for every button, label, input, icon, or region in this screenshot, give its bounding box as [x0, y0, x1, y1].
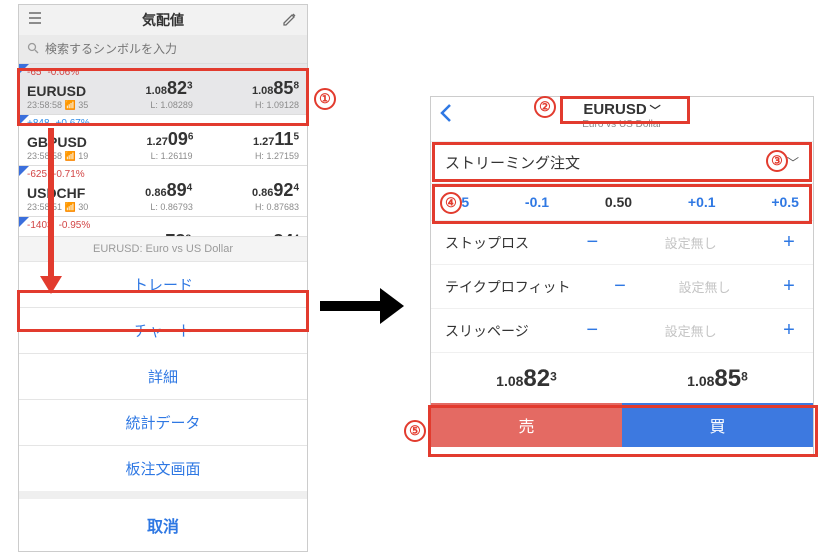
- sheet-trade[interactable]: トレード: [19, 261, 307, 307]
- callout-number: ③: [766, 150, 788, 172]
- order-subtitle: Euro vs US Dollar: [582, 119, 661, 130]
- search-icon: [27, 42, 39, 57]
- plus-button[interactable]: +: [779, 275, 799, 298]
- arrow-down-icon: [43, 128, 61, 298]
- order-header: EURUSD﹀ Euro vs US Dollar: [431, 97, 813, 141]
- callout-number: ②: [534, 96, 556, 118]
- symbol-label: EURUSD: [27, 83, 86, 99]
- stoploss-value[interactable]: 設定無し: [656, 233, 726, 252]
- bid-price: 1.27096: [146, 129, 193, 150]
- takeprofit-label: テイクプロフィット: [445, 277, 570, 297]
- minus-button[interactable]: −: [582, 231, 602, 254]
- minus-button[interactable]: −: [610, 275, 630, 298]
- quote-high: H: 1.27159: [255, 151, 299, 162]
- list-icon[interactable]: [27, 11, 45, 29]
- vol-qty[interactable]: 0.50: [605, 194, 632, 210]
- takeprofit-value[interactable]: 設定無し: [669, 277, 739, 296]
- stoploss-label: ストップロス: [445, 233, 529, 253]
- vol-minus-1[interactable]: -0.1: [525, 194, 549, 210]
- symbol-search-input[interactable]: [45, 42, 299, 56]
- buy-button[interactable]: 買: [622, 403, 813, 447]
- arrow-right-icon: [320, 286, 410, 326]
- change-abs: -65: [27, 67, 41, 78]
- quote-high: H: 1.09128: [255, 100, 299, 111]
- slippage-label: スリッページ: [445, 321, 529, 341]
- sheet-cancel[interactable]: 取消: [19, 491, 307, 551]
- vol-plus-5[interactable]: +0.5: [771, 194, 799, 210]
- slippage-row: スリッページ − 設定無し +: [431, 309, 813, 353]
- quotes-title: 気配値: [142, 10, 184, 30]
- bid-price: 0.86894: [145, 180, 192, 201]
- back-button[interactable]: [439, 103, 453, 129]
- order-symbol[interactable]: EURUSD﹀: [582, 101, 661, 118]
- quote-list: -65 -0.06% EURUSD 1.08823 1.08858 23:58:…: [19, 63, 307, 255]
- stoploss-row: ストップロス − 設定無し +: [431, 221, 813, 265]
- ask-price: 1.27115: [253, 129, 299, 150]
- order-type-select[interactable]: ストリーミング注文 ﹀: [431, 141, 813, 183]
- order-panel: EURUSD﹀ Euro vs US Dollar ストリーミング注文 ﹀ -0…: [430, 96, 814, 456]
- sheet-details[interactable]: 詳細: [19, 353, 307, 399]
- volume-stepper: -0.5 -0.1 0.50 +0.1 +0.5: [431, 183, 813, 221]
- sheet-chart[interactable]: チャート: [19, 307, 307, 353]
- symbol-search[interactable]: [19, 35, 307, 63]
- action-sheet: EURUSD: Euro vs US Dollar トレード チャート 詳細 統…: [19, 236, 307, 551]
- plus-button[interactable]: +: [779, 231, 799, 254]
- triangle-icon: [19, 166, 29, 176]
- takeprofit-row: テイクプロフィット − 設定無し +: [431, 265, 813, 309]
- quote-time: 23:58:58 📶 35: [27, 100, 88, 111]
- triangle-icon: [19, 64, 29, 74]
- order-buttons: 売 買: [431, 403, 813, 447]
- bid-price: 1.08823: [496, 365, 557, 393]
- triangle-icon: [19, 217, 29, 227]
- quote-low: L: 0.86793: [150, 202, 193, 213]
- quote-high: H: 0.87683: [255, 202, 299, 213]
- bid-price: 1.08823: [146, 78, 193, 99]
- order-prices: 1.08823 1.08858: [431, 353, 813, 403]
- ask-price: 1.08858: [252, 78, 299, 99]
- change-pct: -0.06%: [47, 67, 79, 78]
- callout-number: ①: [314, 88, 336, 110]
- change-pct: -0.95%: [59, 220, 91, 231]
- minus-button[interactable]: −: [582, 319, 602, 342]
- chevron-down-icon: ﹀: [787, 154, 799, 171]
- sell-button[interactable]: 売: [431, 403, 622, 447]
- quote-row[interactable]: -65 -0.06% EURUSD 1.08823 1.08858 23:58:…: [19, 63, 307, 114]
- slippage-value[interactable]: 設定無し: [656, 321, 726, 340]
- quote-low: L: 1.08289: [150, 100, 193, 111]
- callout-number: ④: [440, 192, 462, 214]
- vol-plus-1[interactable]: +0.1: [688, 194, 716, 210]
- quotes-topbar: 気配値: [19, 5, 307, 35]
- callout-number: ⑤: [404, 420, 426, 442]
- sheet-stats[interactable]: 統計データ: [19, 399, 307, 445]
- ask-price: 0.86924: [252, 180, 299, 201]
- plus-button[interactable]: +: [779, 319, 799, 342]
- ask-price: 1.08858: [687, 365, 748, 393]
- sheet-title: EURUSD: Euro vs US Dollar: [19, 236, 307, 261]
- chevron-down-icon: ﹀: [650, 105, 661, 117]
- quote-row[interactable]: -625 -0.71% USDCHF 0.86894 0.86924 23:58…: [19, 165, 307, 216]
- sheet-dom[interactable]: 板注文画面: [19, 445, 307, 491]
- quote-low: L: 1.26119: [151, 151, 193, 162]
- edit-icon[interactable]: [281, 10, 299, 30]
- order-type-label: ストリーミング注文: [445, 152, 580, 173]
- triangle-icon: [19, 115, 29, 125]
- quote-row[interactable]: +848 +0.67% GBPUSD 1.27096 1.27115 23:58…: [19, 114, 307, 165]
